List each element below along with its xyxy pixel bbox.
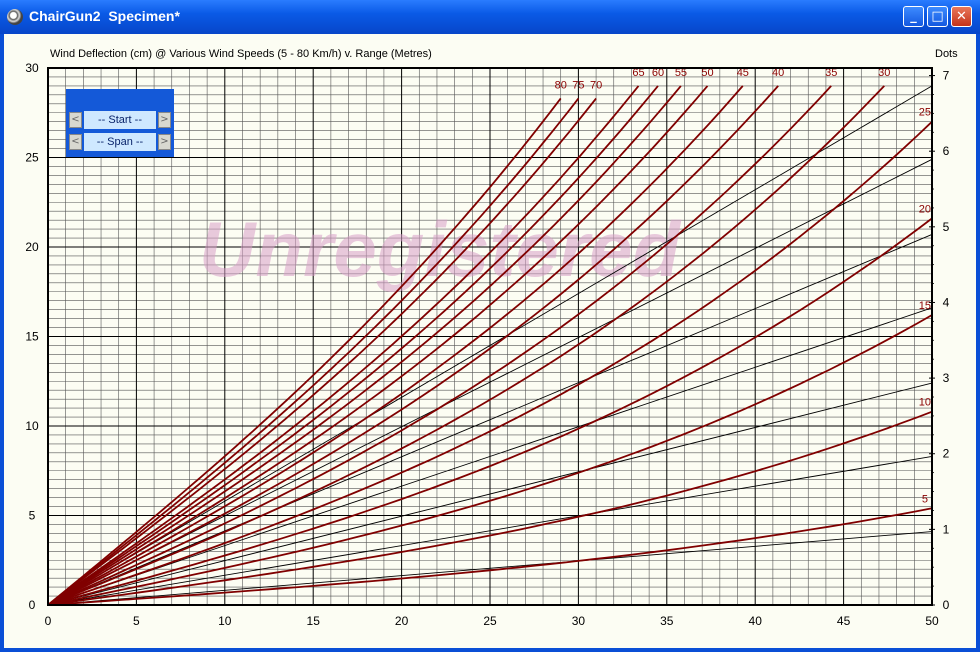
x-tick-label: 50 xyxy=(925,614,939,628)
y-tick-label: 0 xyxy=(29,598,36,612)
span-left-arrow[interactable]: < xyxy=(69,134,82,150)
wind-label-5: 5 xyxy=(922,493,928,505)
maximize-button[interactable]: □ xyxy=(927,6,948,27)
wind-label-80: 80 xyxy=(555,79,567,91)
dots-tick-label: 5 xyxy=(943,220,950,234)
x-tick-label: 25 xyxy=(483,614,497,628)
range-control-panel: < -- Start -- > < -- Span -- > xyxy=(66,89,174,157)
close-button[interactable]: ✕ xyxy=(951,6,972,27)
minimize-button[interactable]: _ xyxy=(903,6,924,27)
y-tick-label: 25 xyxy=(25,151,39,165)
start-right-arrow[interactable]: > xyxy=(158,112,171,128)
wind-label-10: 10 xyxy=(919,397,931,409)
y-tick-label: 30 xyxy=(25,61,39,75)
span-right-arrow[interactable]: > xyxy=(158,134,171,150)
x-tick-label: 10 xyxy=(218,614,232,628)
dots-tick-label: 3 xyxy=(943,371,950,385)
dots-tick-label: 0 xyxy=(943,598,950,612)
chart-area: Unregistered 5 10 15 20 25 30 35 40 45 50 55 60 65 70… xyxy=(4,34,976,648)
start-left-arrow[interactable]: < xyxy=(69,112,82,128)
dots-tick-label: 1 xyxy=(943,522,950,536)
y-tick-label: 20 xyxy=(25,240,39,254)
x-axis: 0 5 10 15 20 25 30 35 40 45 50 xyxy=(45,614,939,628)
y-axis: 0 5 10 15 20 25 30 xyxy=(25,61,39,612)
dots-tick-label: 7 xyxy=(943,69,950,83)
wind-curve-70 xyxy=(47,97,597,606)
span-control: < -- Span -- > xyxy=(69,133,171,151)
start-label[interactable]: -- Start -- xyxy=(84,111,156,129)
app-window: ChairGun2 Specimen* _ □ ✕ Unregistered 5… xyxy=(0,0,980,652)
app-icon[interactable] xyxy=(7,9,23,25)
title-bar[interactable]: ChairGun2 Specimen* _ □ ✕ xyxy=(0,0,980,34)
wind-label-20: 20 xyxy=(919,203,931,215)
y-tick-label: 5 xyxy=(29,509,36,523)
y-tick-label: 10 xyxy=(25,419,39,433)
x-tick-label: 20 xyxy=(395,614,409,628)
wind-label-70: 70 xyxy=(590,79,602,91)
dots-tick-label: 6 xyxy=(943,144,950,158)
wind-curve-80 xyxy=(47,97,562,606)
dots-axis-label: Dots xyxy=(935,48,958,60)
wind-label-15: 15 xyxy=(919,300,931,312)
x-tick-label: 5 xyxy=(133,614,140,628)
y-tick-label: 15 xyxy=(25,330,39,344)
unregistered-watermark: Unregistered xyxy=(199,205,681,293)
wind-label-75: 75 xyxy=(572,79,584,91)
x-tick-label: 35 xyxy=(660,614,674,628)
x-tick-label: 45 xyxy=(837,614,851,628)
x-tick-label: 0 xyxy=(45,614,52,628)
x-tick-label: 40 xyxy=(749,614,763,628)
dots-tick-label: 2 xyxy=(943,447,950,461)
x-tick-label: 15 xyxy=(307,614,321,628)
dots-tick-label: 4 xyxy=(943,295,950,309)
wind-label-25: 25 xyxy=(919,107,931,119)
start-control: < -- Start -- > xyxy=(69,111,171,129)
span-label[interactable]: -- Span -- xyxy=(84,133,156,151)
chart-title: Wind Deflection (cm) @ Various Wind Spee… xyxy=(50,48,432,60)
x-tick-label: 30 xyxy=(572,614,586,628)
window-title: ChairGun2 Specimen* xyxy=(29,8,180,24)
